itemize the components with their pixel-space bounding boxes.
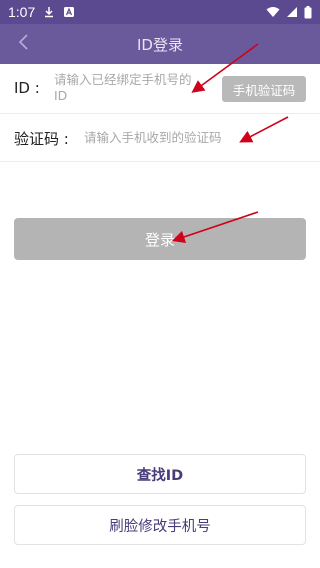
- find-id-button[interactable]: 查找ID: [14, 454, 306, 494]
- back-button[interactable]: [12, 32, 36, 56]
- login-button[interactable]: 登录: [14, 218, 306, 260]
- id-label: ID :: [14, 79, 40, 97]
- code-input[interactable]: 请输入手机收到的验证码: [84, 130, 222, 146]
- page-title: ID登录: [137, 35, 183, 54]
- id-input[interactable]: 请输入已经绑定手机号的ID: [54, 72, 204, 104]
- wifi-icon: [266, 6, 280, 18]
- code-row: 验证码 : 请输入手机收到的验证码: [0, 114, 320, 162]
- battery-icon: [304, 5, 312, 19]
- back-arrow-icon: [18, 34, 30, 54]
- face-change-phone-button[interactable]: 刷脸修改手机号: [14, 505, 306, 545]
- app-bar: ID登录: [0, 24, 320, 64]
- notification-a-icon: [63, 6, 75, 18]
- id-row: ID : 请输入已经绑定手机号的ID 手机验证码: [0, 64, 320, 114]
- status-time: 1:07: [8, 4, 36, 20]
- download-icon: [43, 6, 55, 18]
- signal-icon: [286, 6, 298, 18]
- status-bar: 1:07: [0, 0, 320, 24]
- sms-code-button[interactable]: 手机验证码: [222, 76, 306, 102]
- code-label: 验证码 :: [14, 130, 69, 148]
